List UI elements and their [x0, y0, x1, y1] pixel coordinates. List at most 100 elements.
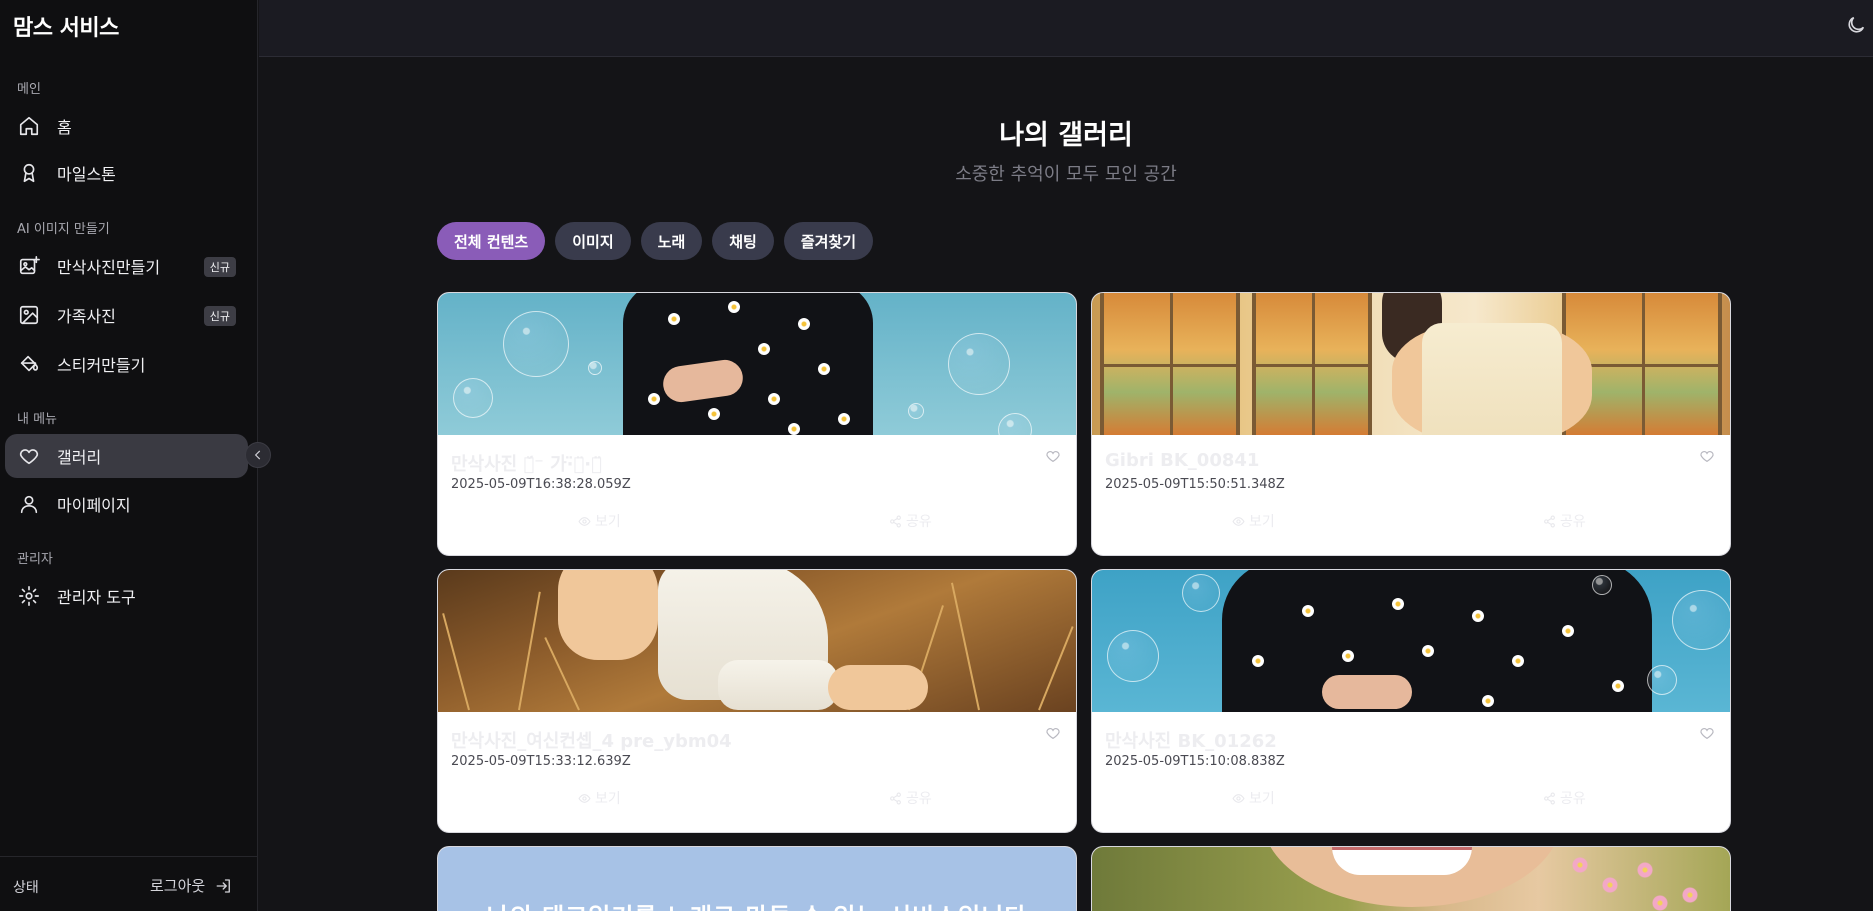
view-label: 보기	[1249, 791, 1275, 807]
card-title: 만삭사진 기̈́̈⁻ 가·̈̈이̈·이̈̈	[451, 454, 602, 475]
page-subtitle: 소중한 추억이 모두 모인 공간	[955, 164, 1177, 185]
gear-icon	[17, 584, 41, 608]
favorite-button[interactable]	[1699, 448, 1717, 466]
view-label: 보기	[595, 791, 621, 807]
sidebar-item-label: 홈	[57, 118, 72, 137]
logout-label: 로그아웃	[150, 877, 206, 895]
card-date: 2025-05-09T15:50:51.348Z	[1105, 477, 1285, 492]
section-label-admin: 관리자	[17, 552, 53, 567]
new-badge: 신규	[203, 306, 236, 326]
eye-icon	[578, 793, 591, 803]
chevron-left-icon	[254, 450, 261, 460]
view-label: 보기	[1249, 514, 1275, 530]
moon-icon	[1848, 16, 1865, 33]
sidebar-item-label: 가족사진	[57, 307, 116, 326]
section-label-my: 내 메뉴	[17, 412, 58, 427]
heart-icon	[1046, 451, 1060, 463]
share-label: 공유	[906, 514, 932, 530]
sidebar-item-label: 마이페이지	[57, 496, 131, 515]
logout-icon	[216, 878, 231, 893]
filter-tabs: 전체 컨텐츠 이미지 노래 채팅 즐겨찾기	[437, 222, 874, 260]
sidebar-item-gallery[interactable]: 갤러리	[5, 434, 248, 478]
share-button[interactable]: 공유	[1543, 788, 1586, 808]
view-button[interactable]: 보기	[578, 511, 621, 531]
card-title: 만삭사진_여신컨셉_4 pre_ybm04	[451, 731, 732, 752]
sidebar-item-maternity-photo[interactable]: 만삭사진만들기 신규	[5, 244, 248, 288]
section-label-main: 메인	[17, 82, 41, 97]
share-icon	[1544, 792, 1555, 804]
sidebar-item-label: 마일스톤	[57, 165, 116, 184]
card-title: 만삭사진 BK_01262	[1105, 731, 1277, 752]
gallery-card[interactable]: Gibri BK_00841 2025-05-09T15:50:51.348Z …	[1091, 292, 1731, 556]
share-icon	[890, 515, 901, 527]
sidebar-footer: 상태 로그아웃	[0, 856, 258, 911]
sidebar-collapse-button[interactable]	[245, 442, 271, 468]
share-icon	[1544, 515, 1555, 527]
card-thumbnail[interactable]	[438, 570, 1076, 712]
gallery-card[interactable]: 나의 태교일기를 노래로 만들 수 있는 서비스입니다	[437, 846, 1077, 911]
share-button[interactable]: 공유	[1543, 511, 1586, 531]
share-button[interactable]: 공유	[889, 788, 932, 808]
heart-icon	[1700, 728, 1714, 740]
card-thumbnail[interactable]	[1092, 847, 1730, 911]
sidebar-item-label: 만삭사진만들기	[57, 258, 161, 277]
gallery-card[interactable]: 만삭사진_여신컨셉_4 pre_ybm04 2025-05-09T15:33:1…	[437, 569, 1077, 833]
tab-songs[interactable]: 노래	[640, 222, 703, 260]
card-thumbnail[interactable]	[1092, 570, 1730, 712]
card-date: 2025-05-09T16:38:28.059Z	[451, 477, 631, 492]
brand-logo[interactable]: 맘스 서비스	[13, 10, 119, 42]
tab-images[interactable]: 이미지	[555, 222, 631, 260]
share-label: 공유	[1560, 791, 1586, 807]
sidebar-item-label: 관리자 도구	[57, 588, 136, 607]
tab-chats[interactable]: 채팅	[712, 222, 774, 260]
share-label: 공유	[1560, 514, 1586, 530]
card-thumbnail[interactable]	[438, 293, 1076, 435]
share-button[interactable]: 공유	[889, 511, 932, 531]
gallery-card[interactable]: 만삭사진 기̈́̈⁻ 가·̈̈이̈·이̈̈ 2025-05-09T16:38:2…	[437, 292, 1077, 556]
heart-icon	[17, 444, 41, 468]
share-label: 공유	[906, 791, 932, 807]
sidebar-item-label: 스티커만들기	[57, 356, 146, 375]
award-icon	[17, 161, 41, 185]
card-title: Gibri BK_00841	[1105, 450, 1260, 471]
page-title: 나의 갤러리	[999, 120, 1133, 151]
eye-icon	[578, 516, 591, 526]
sidebar-item-family-photo[interactable]: 가족사진 신규	[5, 293, 248, 337]
favorite-button[interactable]	[1045, 725, 1063, 743]
tab-favorites[interactable]: 즐겨찾기	[783, 222, 874, 260]
share-icon	[890, 792, 901, 804]
sidebar: 맘스 서비스 메인 홈 마일스톤 AI 이미지 만들기 만삭사진만들기 신규 가…	[0, 0, 258, 911]
tab-all[interactable]: 전체 컨텐츠	[437, 222, 546, 260]
card-thumbnail[interactable]	[1092, 293, 1730, 435]
section-label-ai: AI 이미지 만들기	[17, 222, 110, 237]
favorite-button[interactable]	[1699, 725, 1717, 743]
sidebar-item-admin-tools[interactable]: 관리자 도구	[5, 574, 248, 618]
image-icon	[17, 303, 41, 327]
card-date: 2025-05-09T15:10:08.838Z	[1105, 754, 1285, 769]
view-button[interactable]: 보기	[1232, 788, 1275, 808]
card-thumbnail[interactable]: 나의 태교일기를 노래로 만들 수 있는 서비스입니다	[438, 847, 1076, 911]
paint-bucket-icon	[17, 352, 41, 376]
sidebar-item-home[interactable]: 홈	[5, 104, 248, 148]
gallery-card[interactable]	[1091, 846, 1731, 911]
view-button[interactable]: 보기	[578, 788, 621, 808]
heart-icon	[1700, 451, 1714, 463]
gallery-card[interactable]: 만삭사진 BK_01262 2025-05-09T15:10:08.838Z 보…	[1091, 569, 1731, 833]
new-badge: 신규	[203, 257, 236, 277]
view-button[interactable]: 보기	[1232, 511, 1275, 531]
sidebar-item-label: 갤러리	[57, 448, 102, 467]
heart-icon	[1046, 728, 1060, 740]
view-label: 보기	[595, 514, 621, 530]
favorite-button[interactable]	[1045, 448, 1063, 466]
top-bar	[259, 0, 1873, 57]
logout-button[interactable]: 로그아웃	[150, 875, 233, 896]
eye-icon	[1232, 516, 1245, 526]
sidebar-item-mypage[interactable]: 마이페이지	[5, 482, 248, 526]
sidebar-item-milestone[interactable]: 마일스톤	[5, 151, 248, 195]
eye-icon	[1232, 793, 1245, 803]
user-icon	[17, 492, 41, 516]
status-label: 상태	[13, 880, 39, 896]
card-thumbnail-text: 나의 태교일기를 노래로 만들 수 있는 서비스입니다	[438, 897, 1076, 911]
sidebar-item-sticker[interactable]: 스티커만들기	[5, 342, 248, 386]
theme-toggle-button[interactable]	[1845, 14, 1873, 42]
